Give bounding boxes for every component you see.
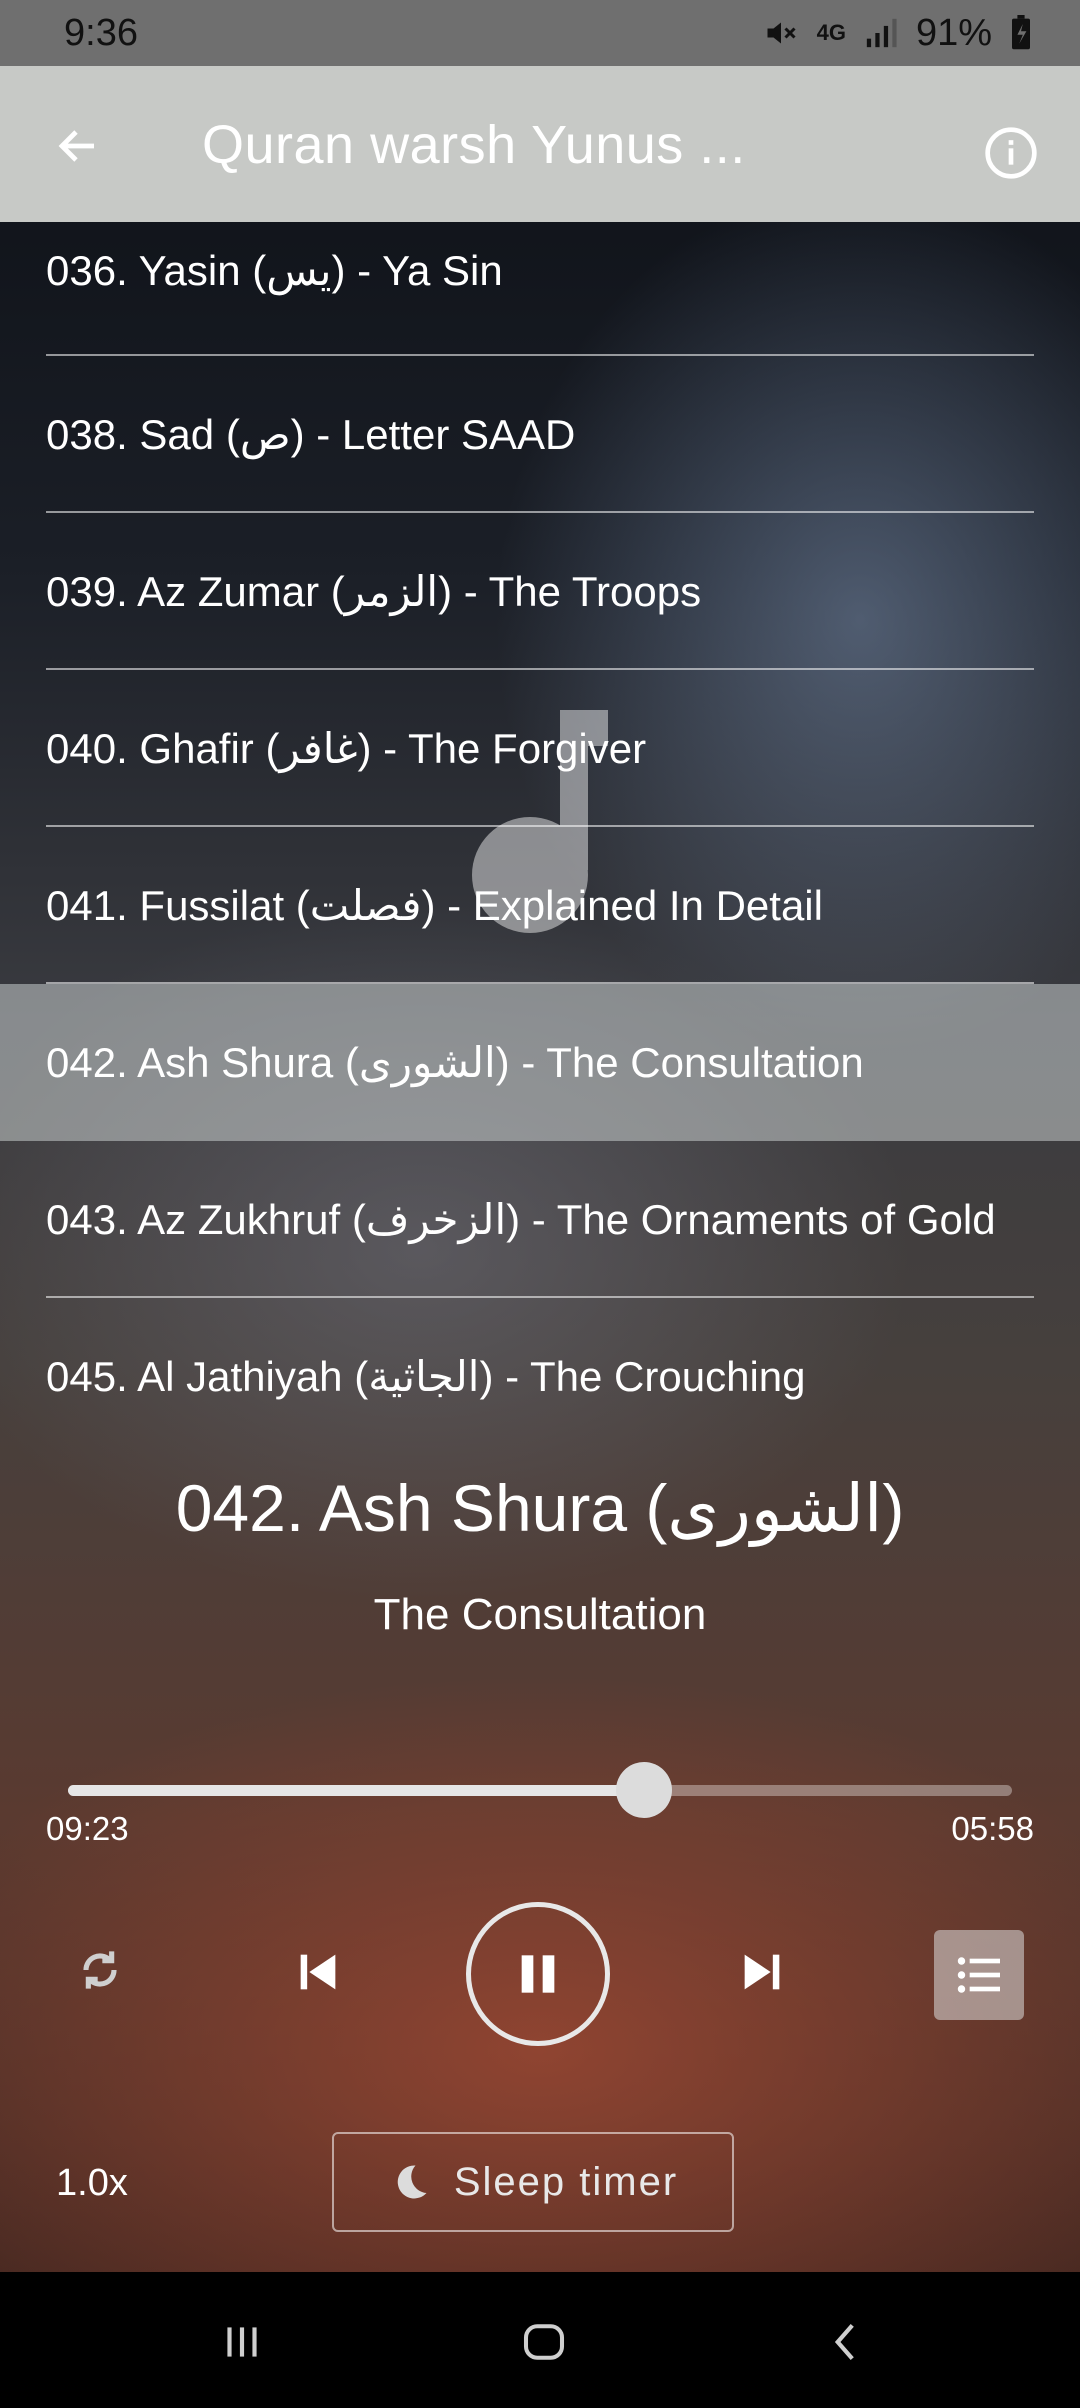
- list-item[interactable]: 041. Fussilat (فصلت) - Explained In Deta…: [0, 827, 1080, 984]
- playlist-button[interactable]: [934, 1930, 1024, 2020]
- chevron-left-icon: [834, 2323, 854, 2361]
- list-item[interactable]: 043. Az Zukhruf (الزخرف) - The Ornaments…: [0, 1141, 1080, 1298]
- app-bar: Quran warsh Yunus ...: [0, 66, 1080, 222]
- list-item[interactable]: 039. Az Zumar (الزمر) - The Troops: [0, 513, 1080, 670]
- sleep-timer-label: Sleep timer: [453, 2159, 679, 2204]
- previous-button[interactable]: [280, 1934, 356, 2010]
- pause-icon: [521, 1955, 555, 1993]
- track-label: 043. Az Zukhruf (الزخرف) - The Ornaments…: [46, 1196, 996, 1243]
- repeat-icon: [83, 1951, 117, 1989]
- home-icon: [523, 2324, 565, 2360]
- system-nav-bar: [0, 2272, 1080, 2408]
- info-button[interactable]: [968, 110, 1054, 196]
- status-icons: 4G 91%: [763, 12, 1032, 55]
- page-title: Quran warsh Yunus ...: [202, 115, 746, 175]
- seek-thumb[interactable]: [615, 1762, 672, 1818]
- signal-icon: [866, 18, 897, 48]
- network-type: 4G: [816, 20, 846, 45]
- list-item-active[interactable]: 042. Ash Shura (الشورى) - The Consultati…: [0, 984, 1080, 1141]
- list-item[interactable]: 038. Sad (ص) - Letter SAAD: [0, 356, 1080, 513]
- track-label: 040. Ghafir (غافر) - The Forgiver: [46, 725, 647, 772]
- recent-apps-icon: [227, 2327, 257, 2357]
- elapsed-time: 09:23: [46, 1810, 129, 1847]
- track-list[interactable]: 036. Yasin (يس) - Ya Sin 038. Sad (ص) - …: [0, 222, 1080, 1455]
- now-playing-title: 042. Ash Shura (الشورى): [175, 1471, 905, 1545]
- battery-percent: 91%: [915, 11, 992, 54]
- skip-next-icon: [744, 1954, 780, 1990]
- track-label: 042. Ash Shura (الشورى) - The Consultati…: [46, 1039, 864, 1086]
- seek-bar[interactable]: [68, 1762, 1012, 1818]
- track-label: 041. Fussilat (فصلت) - Explained In Deta…: [46, 882, 823, 929]
- track-label: 039. Az Zumar (الزمر) - The Troops: [46, 568, 702, 615]
- home-button[interactable]: [504, 2302, 584, 2382]
- recent-apps-button[interactable]: [202, 2302, 282, 2382]
- list-item[interactable]: 045. Al Jathiyah (الجاثية) - The Crouchi…: [0, 1298, 1080, 1455]
- repeat-button[interactable]: [60, 1930, 140, 2010]
- track-label: 038. Sad (ص) - Letter SAAD: [46, 411, 576, 458]
- now-playing-subtitle: The Consultation: [373, 1590, 707, 1639]
- status-time: 9:36: [64, 11, 138, 54]
- next-button[interactable]: [724, 1934, 800, 2010]
- track-label: 036. Yasin (يس) - Ya Sin: [46, 247, 503, 294]
- list-item[interactable]: 040. Ghafir (غافر) - The Forgiver: [0, 670, 1080, 827]
- sleep-timer-button[interactable]: Sleep timer: [332, 2132, 734, 2232]
- battery-icon: [1012, 15, 1030, 50]
- mute-icon: [767, 22, 796, 44]
- system-back-button[interactable]: [806, 2302, 886, 2382]
- moon-icon: [397, 2165, 427, 2199]
- remaining-time: 05:58: [951, 1810, 1034, 1847]
- skip-previous-icon: [300, 1954, 336, 1990]
- arrow-left-icon: [58, 130, 94, 162]
- playback-speed[interactable]: 1.0x: [56, 2162, 128, 2205]
- info-icon: [985, 127, 1037, 179]
- pause-button[interactable]: [466, 1902, 610, 2046]
- playlist-icon: [957, 1957, 1000, 1993]
- back-button[interactable]: [40, 108, 116, 184]
- list-item[interactable]: 036. Yasin (يس) - Ya Sin: [0, 222, 1080, 356]
- seek-progress: [68, 1785, 644, 1796]
- status-bar: 9:36 4G 91%: [0, 0, 1080, 66]
- track-label: 045. Al Jathiyah (الجاثية) - The Crouchi…: [46, 1353, 806, 1400]
